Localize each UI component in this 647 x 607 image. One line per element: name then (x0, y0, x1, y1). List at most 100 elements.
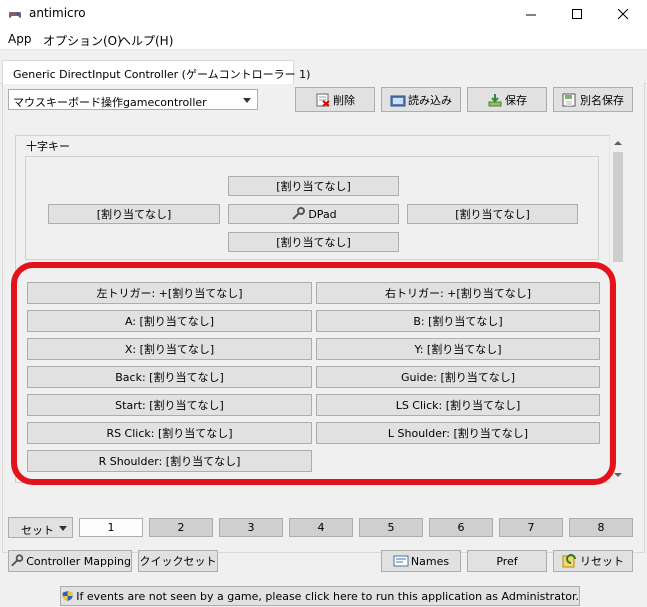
run-as-admin-button[interactable]: If events are not seen by a game, please… (60, 586, 580, 606)
run-as-admin-label: If events are not seen by a game, please… (76, 589, 579, 603)
mapping-label: X: [割り当てなし] (124, 343, 215, 356)
menu-options[interactable]: オプション(O) (43, 32, 122, 49)
set-button-6[interactable]: 6 (429, 518, 493, 537)
shield-icon (62, 591, 73, 601)
set-button-label: 1 (107, 521, 115, 534)
set-button-8[interactable]: 8 (569, 518, 633, 537)
mapping-label: A: [割り当てなし] (124, 315, 215, 328)
set-button-label: 5 (387, 521, 395, 534)
mapping-rs-click[interactable]: RS Click: [割り当てなし] (27, 422, 312, 444)
dpad-up-button[interactable]: [割り当てなし] (228, 176, 399, 196)
scroll-down-icon[interactable] (614, 473, 622, 477)
controller-mapping-button[interactable]: Controller Mapping (8, 550, 132, 572)
set-button-label: 8 (597, 521, 605, 534)
mapping-label: LS Click: [割り当てなし] (395, 399, 521, 412)
wrench-icon (11, 554, 24, 567)
title-bar: antimicro (0, 0, 647, 28)
mapping-back[interactable]: Back: [割り当てなし] (27, 366, 312, 388)
dpad-down-label: [割り当てなし] (276, 236, 351, 249)
maximize-icon (572, 9, 582, 19)
set-button-label: 7 (527, 521, 535, 534)
mapping-ls-click[interactable]: LS Click: [割り当てなし] (316, 394, 600, 416)
set-button-7[interactable]: 7 (499, 518, 563, 537)
tab-controller[interactable]: Generic DirectInput Controller (ゲームコントロー… (2, 60, 310, 84)
reset-button[interactable]: リセット (553, 550, 633, 572)
profile-select-value: マウスキーボード操作gamecontroller (13, 96, 207, 109)
dpad-down-button[interactable]: [割り当てなし] (228, 232, 399, 252)
mapping-x[interactable]: X: [割り当てなし] (27, 338, 312, 360)
load-button[interactable]: 読み込み (381, 87, 461, 112)
set-button-2[interactable]: 2 (149, 518, 213, 537)
mapping-label: L Shoulder: [割り当てなし] (387, 427, 529, 440)
set-button-label: 2 (177, 521, 185, 534)
menu-app[interactable]: App (8, 32, 31, 46)
mapping-guide[interactable]: Guide: [割り当てなし] (316, 366, 600, 388)
dpad-group-title: 十字キー (26, 140, 70, 153)
scroll-up-icon[interactable] (614, 141, 622, 145)
reset-icon (562, 554, 576, 568)
dpad-center-button[interactable]: DPad (228, 204, 399, 224)
mapping-right-trigger[interactable]: 右トリガー: +[割り当てなし] (316, 282, 600, 304)
save-icon (488, 93, 502, 106)
mapping-left-trigger[interactable]: 左トリガー: +[割り当てなし] (27, 282, 312, 304)
dpad-center-label: DPad (308, 207, 337, 221)
names-icon (393, 555, 409, 567)
mapping-y[interactable]: Y: [割り当てなし] (316, 338, 600, 360)
set-button-label: 4 (317, 521, 325, 534)
profile-select[interactable]: マウスキーボード操作gamecontroller (8, 89, 258, 110)
dpad-right-label: [割り当てなし] (455, 208, 530, 221)
delete-icon (316, 93, 330, 107)
names-label: Names (410, 554, 450, 568)
pref-label: Pref (496, 554, 518, 568)
dpad-left-label: [割り当てなし] (96, 208, 172, 221)
mapping-label: Guide: [割り当てなし] (400, 371, 516, 384)
save-button-label: 保存 (505, 93, 527, 107)
set-button-3[interactable]: 3 (219, 518, 283, 537)
gamepad-icon (9, 12, 21, 18)
minimize-button[interactable] (509, 0, 555, 28)
load-button-label: 読み込み (408, 93, 452, 107)
close-icon (618, 9, 629, 20)
mapping-label: R Shoulder: [割り当てなし] (98, 455, 241, 468)
menu-help[interactable]: ヘルプ(H) (119, 32, 173, 49)
mapping-label: RS Click: [割り当てなし] (106, 427, 233, 440)
mapping-start[interactable]: Start: [割り当てなし] (27, 394, 312, 416)
set-button-4[interactable]: 4 (289, 518, 353, 537)
names-button[interactable]: Names (381, 550, 461, 572)
minimize-icon (526, 14, 536, 16)
set-button-1[interactable]: 1 (79, 518, 143, 537)
dpad-right-button[interactable]: [割り当てなし] (407, 204, 578, 224)
quick-set-button[interactable]: クイックセット (138, 550, 218, 572)
set-select-label: セット (21, 524, 54, 537)
window-title: antimicro (29, 6, 86, 20)
delete-button[interactable]: 削除 (295, 87, 375, 112)
save-as-button-label: 別名保存 (580, 93, 624, 107)
maximize-button[interactable] (555, 0, 601, 28)
set-button-5[interactable]: 5 (359, 518, 423, 537)
chevron-down-icon (243, 98, 251, 103)
mapping-a[interactable]: A: [割り当てなし] (27, 310, 312, 332)
reset-label: リセット (580, 555, 624, 568)
delete-button-label: 削除 (333, 93, 355, 107)
mapping-l-shoulder[interactable]: L Shoulder: [割り当てなし] (316, 422, 600, 444)
mapping-label: Back: [割り当てなし] (115, 371, 224, 384)
mapping-label: 左トリガー: +[割り当てなし] (96, 287, 243, 300)
controller-mapping-label: Controller Mapping (26, 554, 131, 568)
set-button-label: 3 (247, 521, 255, 534)
mapping-label: Y: [割り当てなし] (414, 343, 502, 356)
pref-button[interactable]: Pref (467, 550, 547, 572)
set-select[interactable]: セット (8, 517, 73, 538)
dpad-left-button[interactable]: [割り当てなし] (48, 204, 220, 224)
set-button-label: 6 (457, 521, 465, 534)
save-button[interactable]: 保存 (467, 87, 547, 112)
close-button[interactable] (601, 0, 647, 28)
save-as-button[interactable]: 別名保存 (553, 87, 633, 112)
scrollbar-thumb[interactable] (613, 152, 623, 262)
mapping-r-shoulder[interactable]: R Shoulder: [割り当てなし] (27, 450, 312, 472)
folder-open-icon (390, 95, 406, 106)
status-bar: If events are not seen by a game, please… (0, 585, 647, 607)
dpad-up-label: [割り当てなし] (276, 180, 351, 193)
mapping-b[interactable]: B: [割り当てなし] (316, 310, 600, 332)
save-as-icon (562, 93, 576, 106)
mapping-label: Start: [割り当てなし] (115, 399, 224, 412)
